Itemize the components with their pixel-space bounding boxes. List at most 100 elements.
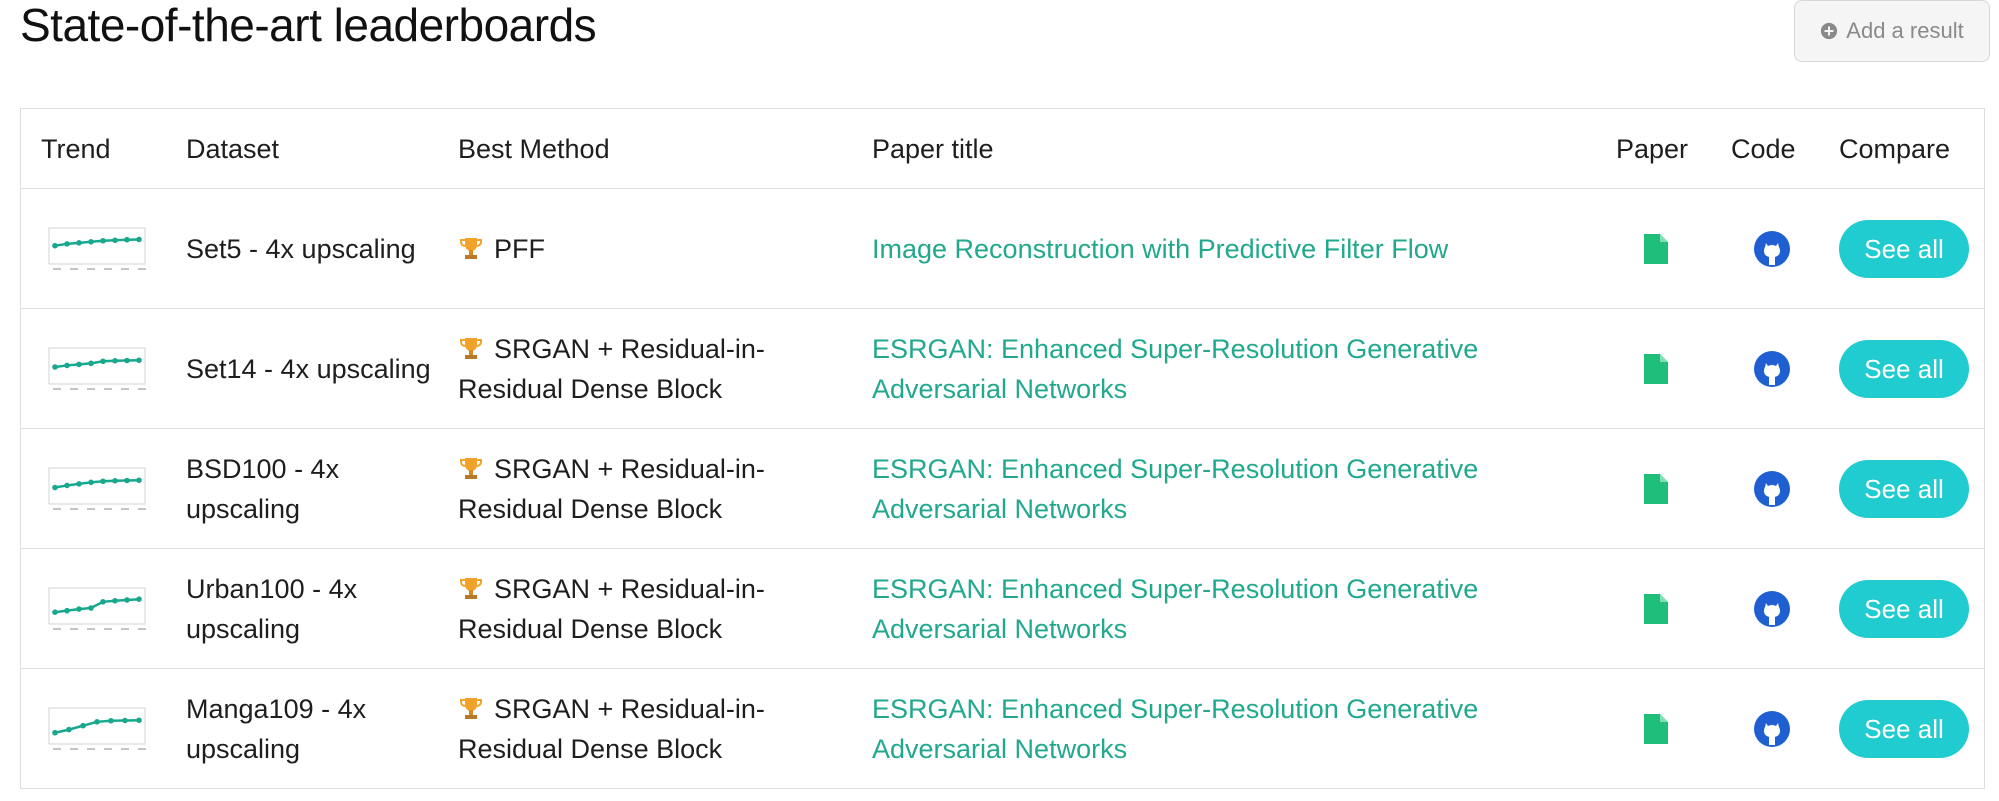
sparkline-tick xyxy=(87,747,95,750)
sparkline-point xyxy=(88,360,94,366)
paper-title-link[interactable]: ESRGAN: Enhanced Super-Resolution Genera… xyxy=(872,329,1552,409)
sparkline-tick xyxy=(104,267,112,270)
header-paper: Paper xyxy=(1616,133,1689,164)
github-icon[interactable] xyxy=(1753,470,1791,508)
sparkline-point xyxy=(112,236,118,243)
see-all-button[interactable]: See all xyxy=(1839,579,1969,638)
sparkline-point xyxy=(88,604,94,611)
sparkline-tick xyxy=(121,747,129,750)
sparkline-tick xyxy=(70,387,78,390)
see-all-button[interactable]: See all xyxy=(1839,219,1969,278)
table-header-row: Trend Dataset Best Method Paper title Pa… xyxy=(21,109,1984,188)
sparkline-tick xyxy=(53,267,61,270)
dataset-label[interactable]: BSD100 - 4x upscaling xyxy=(186,449,446,529)
header-trend: Trend xyxy=(41,133,111,164)
dataset-name[interactable]: BSD100 - 4x upscaling xyxy=(186,429,446,548)
sparkline-tick xyxy=(138,507,146,510)
dataset-name[interactable]: Set5 - 4x upscaling xyxy=(186,189,446,308)
paper-title-link[interactable]: Image Reconstruction with Predictive Fil… xyxy=(872,229,1448,269)
plus-circle-icon xyxy=(1821,22,1838,40)
sparkline-tick xyxy=(138,387,146,390)
trend-sparkline[interactable] xyxy=(41,224,151,274)
github-icon[interactable] xyxy=(1753,590,1791,628)
trend-sparkline[interactable] xyxy=(41,584,151,634)
table-row: Manga109 - 4x upscaling SRGAN + Residual… xyxy=(21,668,1984,788)
sparkline-point xyxy=(136,595,142,602)
github-icon[interactable] xyxy=(1753,230,1791,268)
dataset-label[interactable]: Manga109 - 4x upscaling xyxy=(186,689,446,769)
sparkline-tick xyxy=(104,627,112,630)
paper-title-link[interactable]: ESRGAN: Enhanced Super-Resolution Genera… xyxy=(872,569,1552,649)
header-compare: Compare xyxy=(1839,133,1951,164)
paper-file-icon[interactable] xyxy=(1642,472,1670,506)
sparkline-point xyxy=(124,357,130,363)
best-method-label: SRGAN + Residual-in-Residual Dense Block xyxy=(458,333,765,404)
add-result-label: Add a result xyxy=(1846,18,1964,43)
sparkline-point xyxy=(80,722,86,728)
sparkline-tick xyxy=(87,387,95,390)
sparkline-point xyxy=(124,236,130,243)
table-row: Urban100 - 4x upscaling SRGAN + Residual… xyxy=(21,548,1984,668)
sparkline-point xyxy=(66,726,72,732)
trophy-icon xyxy=(460,457,482,479)
paper-title-link[interactable]: ESRGAN: Enhanced Super-Resolution Genera… xyxy=(872,689,1552,769)
paper-title-link[interactable]: ESRGAN: Enhanced Super-Resolution Genera… xyxy=(872,449,1552,529)
sparkline-point xyxy=(88,238,94,245)
sparkline-tick xyxy=(121,267,129,270)
dataset-name[interactable]: Set14 - 4x upscaling xyxy=(186,309,446,428)
sparkline-tick xyxy=(70,627,78,630)
table-row: Set5 - 4x upscaling PFF Image Reconstruc… xyxy=(21,188,1984,308)
dataset-name[interactable]: Manga109 - 4x upscaling xyxy=(186,669,446,788)
sparkline-point xyxy=(136,716,142,723)
trend-sparkline[interactable] xyxy=(41,464,151,514)
paper-file-icon[interactable] xyxy=(1642,712,1670,746)
sparkline-point xyxy=(112,597,118,604)
sparkline-point xyxy=(94,718,100,725)
sparkline-tick xyxy=(138,747,146,750)
dataset-label[interactable]: Set14 - 4x upscaling xyxy=(186,349,431,389)
github-icon[interactable] xyxy=(1753,710,1791,748)
paper-file-icon[interactable] xyxy=(1642,232,1670,266)
sparkline-tick xyxy=(104,747,112,750)
paper-file-icon[interactable] xyxy=(1642,592,1670,626)
sparkline-tick xyxy=(121,507,129,510)
sparkline-point xyxy=(124,596,130,603)
github-icon[interactable] xyxy=(1753,350,1791,388)
sparkline-point xyxy=(136,236,142,242)
sparkline-point xyxy=(52,242,58,248)
sparkline-point xyxy=(52,608,58,615)
sparkline-frame xyxy=(48,227,146,264)
sparkline-point xyxy=(124,477,130,483)
sparkline-point xyxy=(100,237,106,244)
sparkline-point xyxy=(52,363,58,370)
trend-sparkline[interactable] xyxy=(41,704,151,754)
best-method-label: SRGAN + Residual-in-Residual Dense Block xyxy=(458,453,765,524)
sparkline-tick xyxy=(53,747,61,750)
dataset-label[interactable]: Set5 - 4x upscaling xyxy=(186,229,416,269)
dataset-label[interactable]: Urban100 - 4x upscaling xyxy=(186,569,446,649)
best-method-label: SRGAN + Residual-in-Residual Dense Block xyxy=(458,573,765,644)
sparkline-frame xyxy=(48,707,146,744)
see-all-button[interactable]: See all xyxy=(1839,699,1969,758)
sparkline-point xyxy=(64,362,70,368)
trend-sparkline[interactable] xyxy=(41,344,151,394)
sparkline-tick xyxy=(70,267,78,270)
trophy-icon xyxy=(460,237,482,259)
sparkline-point xyxy=(64,482,70,488)
see-all-button[interactable]: See all xyxy=(1839,459,1969,518)
paper-file-icon[interactable] xyxy=(1642,352,1670,386)
sparkline-point xyxy=(136,476,142,483)
sparkline-tick xyxy=(87,267,95,270)
add-result-button[interactable]: Add a result xyxy=(1794,0,1990,62)
table-row: Set14 - 4x upscaling SRGAN + Residual-in… xyxy=(21,308,1984,428)
header-paper-title: Paper title xyxy=(872,133,994,164)
sparkline-tick xyxy=(70,747,78,750)
dataset-name[interactable]: Urban100 - 4x upscaling xyxy=(186,549,446,668)
sparkline-point xyxy=(100,357,106,364)
sparkline-point xyxy=(64,240,70,247)
best-method-label: PFF xyxy=(494,233,545,264)
table-row: BSD100 - 4x upscaling SRGAN + Residual-i… xyxy=(21,428,1984,548)
see-all-button[interactable]: See all xyxy=(1839,339,1969,398)
sparkline-tick xyxy=(138,627,146,630)
sparkline-tick xyxy=(87,627,95,630)
